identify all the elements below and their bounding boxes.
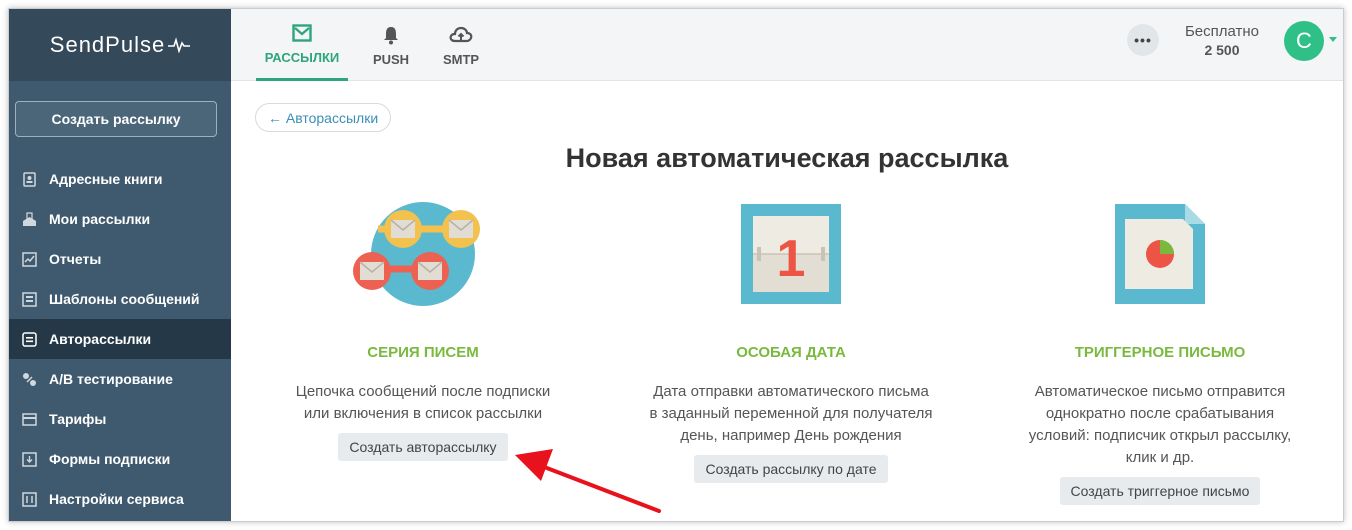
create-autoseries-button[interactable]: Создать авторассылку <box>338 433 508 461</box>
more-menu-button[interactable]: ••• <box>1127 24 1159 56</box>
create-trigger-button[interactable]: Создать триггерное письмо <box>1059 477 1261 505</box>
sidebar-item-my-campaigns[interactable]: Мои рассылки <box>9 199 231 239</box>
card-special-date: 1 ОСОБАЯ ДАТА Дата отправки автоматическ… <box>641 199 941 483</box>
pulse-icon <box>168 37 191 53</box>
templates-icon <box>21 291 37 307</box>
card-description: Цепочка сообщений после подписки или вкл… <box>295 383 551 422</box>
top-bar: РАССЫЛКИ PUSH SMTP ••• Бесплатно 2 500 C <box>231 9 1343 81</box>
card-description: Автоматическое письмо отправится однокра… <box>1028 383 1292 466</box>
settings-icon <box>21 491 37 507</box>
plan-count: 2 500 <box>1204 42 1240 58</box>
sidebar-item-reports[interactable]: Отчеты <box>9 239 231 279</box>
sidebar-menu: Адресные книги Мои рассылки Отчеты Шабло… <box>9 159 231 519</box>
tab-smtp[interactable]: SMTP <box>436 9 486 81</box>
tab-label: SMTP <box>442 51 480 67</box>
sidebar-item-address-books[interactable]: Адресные книги <box>9 159 231 199</box>
create-campaign-button[interactable]: Создать рассылку <box>15 101 217 137</box>
page-title: Новая автоматическая рассылка <box>565 143 1009 173</box>
sidebar-item-forms[interactable]: Формы подписки <box>9 439 231 479</box>
annotation-arrow-icon <box>515 449 661 513</box>
tab-label: PUSH <box>372 51 410 67</box>
pricing-icon <box>21 411 37 427</box>
trigger-document-icon <box>1010 199 1310 309</box>
sidebar-item-settings[interactable]: Настройки сервиса <box>9 479 231 519</box>
plan-info[interactable]: Бесплатно 2 500 <box>1177 22 1267 60</box>
calendar-icon: 1 <box>641 199 941 309</box>
tab-label: РАССЫЛКИ <box>264 50 340 65</box>
card-title: ОСОБАЯ ДАТА <box>736 344 846 361</box>
avatar[interactable]: C <box>1284 21 1324 61</box>
mail-icon <box>292 22 312 44</box>
create-date-campaign-button[interactable]: Создать рассылку по дате <box>694 455 888 483</box>
card-description: Дата отправки автоматического письма в з… <box>649 383 933 444</box>
sidebar: SendPulse Создать рассылку Адресные книг… <box>9 9 231 521</box>
sidebar-item-label: Адресные книги <box>49 171 163 187</box>
campaigns-icon <box>21 211 37 227</box>
tab-campaigns[interactable]: РАССЫЛКИ <box>256 9 348 81</box>
sidebar-item-label: Шаблоны сообщений <box>49 291 200 307</box>
card-trigger: ТРИГГЕРНОЕ ПИСЬМО Автоматическое письмо … <box>1010 199 1310 505</box>
back-link-automation[interactable]: ← Авторассылки <box>255 103 392 132</box>
cloud-upload-icon <box>449 24 473 46</box>
chevron-down-icon[interactable] <box>1329 37 1337 42</box>
automation-icon <box>21 331 37 347</box>
sidebar-item-templates[interactable]: Шаблоны сообщений <box>9 279 231 319</box>
logo[interactable]: SendPulse <box>9 9 231 81</box>
card-series: СЕРИЯ ПИСЕМ Цепочка сообщений после подп… <box>273 199 573 461</box>
email-series-icon <box>273 199 573 309</box>
bell-icon <box>381 24 401 46</box>
sidebar-item-label: Тарифы <box>49 411 107 427</box>
address-book-icon <box>21 171 37 187</box>
app-window: SendPulse Создать рассылку Адресные книг… <box>8 8 1344 522</box>
card-title: СЕРИЯ ПИСЕМ <box>367 344 479 361</box>
logo-text: SendPulse <box>49 32 166 57</box>
tab-push[interactable]: PUSH <box>366 9 416 81</box>
plan-name: Бесплатно <box>1184 23 1260 40</box>
sidebar-item-label: Отчеты <box>49 251 102 267</box>
reports-icon <box>21 251 37 267</box>
sidebar-item-ab-testing[interactable]: A/B тестирование <box>9 359 231 399</box>
sidebar-item-automation[interactable]: Авторассылки <box>9 319 231 359</box>
card-title: ТРИГГЕРНОЕ ПИСЬМО <box>1074 344 1246 361</box>
sidebar-item-label: Мои рассылки <box>49 211 151 227</box>
sidebar-item-label: Формы подписки <box>49 451 171 467</box>
forms-icon <box>21 451 37 467</box>
ab-test-icon <box>21 371 37 387</box>
sidebar-item-pricing[interactable]: Тарифы <box>9 399 231 439</box>
calendar-number: 1 <box>777 230 806 288</box>
sidebar-item-label: A/B тестирование <box>49 371 173 387</box>
sidebar-item-label: Настройки сервиса <box>49 491 184 507</box>
sidebar-item-label: Авторассылки <box>49 331 152 347</box>
